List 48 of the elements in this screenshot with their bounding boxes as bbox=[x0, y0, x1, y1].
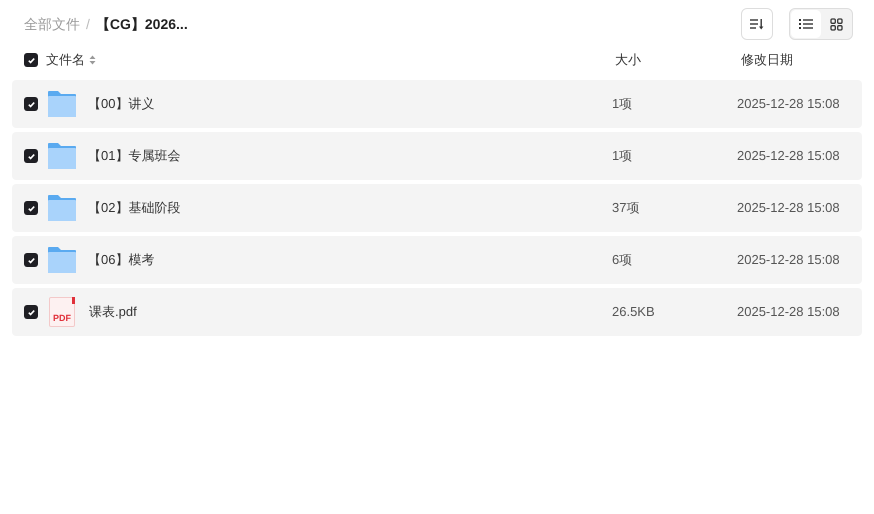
file-row[interactable]: 【00】讲义 1项 2025-12-28 15:08 bbox=[12, 80, 862, 128]
view-button[interactable] bbox=[791, 10, 821, 38]
breadcrumb-separator: / bbox=[86, 14, 90, 34]
column-header[interactable]: 文件名 bbox=[46, 50, 85, 70]
checkmark-icon bbox=[26, 56, 36, 64]
file-name: 【06】模考 bbox=[88, 251, 154, 270]
file-name: 【02】基础阶段 bbox=[88, 199, 180, 218]
checkbox[interactable] bbox=[24, 97, 38, 111]
file-row[interactable]: PDF 课表.pdf 26.5KB 2025-12-28 15:08 bbox=[12, 288, 862, 336]
sort-icon bbox=[750, 18, 764, 30]
checkmark-icon bbox=[26, 204, 36, 212]
checkbox[interactable] bbox=[24, 53, 38, 67]
folder-icon bbox=[47, 194, 77, 222]
column-header: 修改日期 bbox=[741, 51, 794, 70]
file-name: 【00】讲义 bbox=[88, 95, 154, 114]
grid-view-icon bbox=[830, 18, 842, 30]
checkbox[interactable] bbox=[24, 201, 38, 215]
modified-date: 2025-12-28 15:08 bbox=[737, 303, 841, 322]
checkmark-icon bbox=[26, 256, 36, 264]
checkbox[interactable] bbox=[24, 253, 38, 267]
checkbox[interactable] bbox=[24, 149, 38, 163]
file-row[interactable]: 【02】基础阶段 37项 2025-12-28 15:08 bbox=[12, 184, 862, 232]
pdf-file-icon: PDF bbox=[49, 297, 75, 327]
file-row[interactable]: 【06】模考 6项 2025-12-28 15:08 bbox=[12, 236, 862, 284]
file-size: 37项 bbox=[612, 199, 640, 218]
modified-date: 2025-12-28 15:08 bbox=[737, 147, 841, 166]
sort-button[interactable] bbox=[741, 8, 773, 40]
sort-arrows-icon bbox=[89, 55, 96, 65]
file-row[interactable]: 【01】专属班会 1项 2025-12-28 15:08 bbox=[12, 132, 862, 180]
file-size: 26.5KB bbox=[612, 303, 656, 322]
file-name: 课表.pdf bbox=[89, 303, 137, 322]
file-size: 1项 bbox=[612, 147, 634, 166]
checkbox[interactable] bbox=[24, 305, 38, 319]
file-size: 1项 bbox=[612, 95, 634, 114]
modified-date: 2025-12-28 15:08 bbox=[737, 199, 841, 218]
folder-icon bbox=[47, 142, 77, 170]
column-header: 大小 bbox=[615, 51, 642, 70]
list-view-icon bbox=[799, 18, 813, 30]
file-size: 6项 bbox=[612, 251, 634, 270]
folder-icon bbox=[47, 90, 77, 118]
modified-date: 2025-12-28 15:08 bbox=[737, 251, 841, 270]
checkmark-icon bbox=[26, 100, 36, 108]
modified-date: 2025-12-28 15:08 bbox=[737, 95, 841, 114]
breadcrumb-item[interactable]: 【CG】2026... bbox=[96, 14, 188, 34]
folder-icon bbox=[47, 246, 77, 274]
checkmark-icon bbox=[26, 152, 36, 160]
file-name: 【01】专属班会 bbox=[88, 147, 180, 166]
checkmark-icon bbox=[26, 308, 36, 316]
